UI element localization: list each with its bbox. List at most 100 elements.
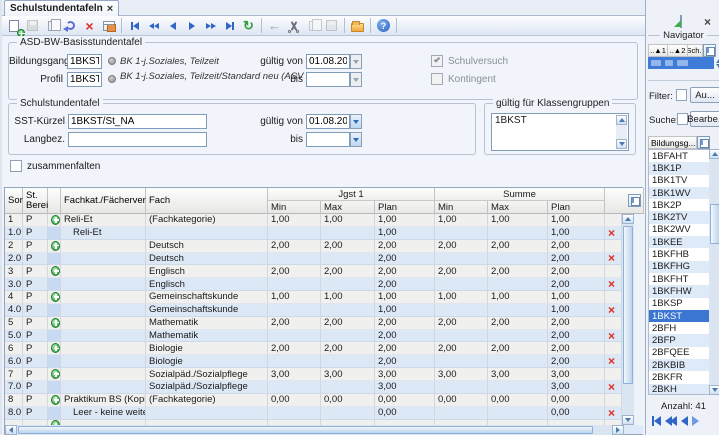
cell-summe-max[interactable] <box>488 304 548 317</box>
next-record-icon[interactable] <box>692 416 699 426</box>
cell-jgst1-plan[interactable]: 2,00 <box>375 330 435 343</box>
cell-summe-max[interactable] <box>488 407 548 420</box>
cell-fachkat[interactable] <box>61 368 146 381</box>
cell-jgst1-plan[interactable]: 0,00 <box>375 407 435 420</box>
sst-gueltig-von-field[interactable] <box>306 114 350 129</box>
cell-jgst1-plan[interactable]: 2,00 <box>375 253 435 266</box>
save-icon[interactable] <box>24 17 41 34</box>
add-row-icon[interactable] <box>51 266 60 276</box>
asd-bis-field[interactable] <box>306 72 350 87</box>
delete-row-icon[interactable]: × <box>608 382 615 392</box>
scroll-down-icon[interactable] <box>622 415 634 425</box>
cell-summe-max[interactable] <box>488 227 548 240</box>
cell-summe-plan[interactable]: 1,00 <box>548 214 605 227</box>
cell-summe-max[interactable]: 1,00 <box>488 214 548 227</box>
add-row-icon[interactable] <box>51 369 60 379</box>
cell-fach[interactable]: Biologie <box>146 355 268 368</box>
cell-jgst1-plan[interactable]: 1,00 <box>375 227 435 240</box>
cell-fach[interactable] <box>146 227 268 240</box>
column-chooser-icon[interactable] <box>697 136 710 149</box>
cell-jgst1-min[interactable]: 2,00 <box>268 265 321 278</box>
cell-jgst1-min[interactable]: 2,00 <box>268 317 321 330</box>
add-row-icon[interactable] <box>51 343 60 353</box>
prior-record-icon[interactable] <box>164 17 181 34</box>
cell-summe-max[interactable] <box>488 253 548 266</box>
cell-summe-plan[interactable]: 3,00 <box>548 381 605 394</box>
scroll-up-icon[interactable] <box>709 149 719 159</box>
delete-row-icon[interactable]: × <box>608 408 615 418</box>
schulversuch-checkbox[interactable] <box>431 55 443 67</box>
cell-jgst1-max[interactable]: 2,00 <box>321 317 375 330</box>
cell-jgst1-max[interactable]: 2,00 <box>321 265 375 278</box>
spin-down-icon[interactable] <box>716 64 719 68</box>
add-row-icon[interactable] <box>51 318 60 328</box>
list-item-1bkfht[interactable]: 1BKFHT <box>649 273 710 285</box>
undo-icon[interactable] <box>62 17 79 34</box>
prior-record-icon[interactable] <box>681 416 688 426</box>
cell-jgst1-plan[interactable]: 2,00 <box>375 278 435 291</box>
cell-fach[interactable]: Sozialpäd./Sozialpflege <box>146 368 268 381</box>
cell-summe-plan[interactable]: 2,00 <box>548 330 605 343</box>
cell-jgst1-plan[interactable]: 0,00 <box>375 394 435 407</box>
cell-jgst1-plan[interactable]: 2,00 <box>375 317 435 330</box>
cell-fachkat[interactable] <box>61 381 146 394</box>
table-vertical-scrollbar[interactable] <box>622 214 634 425</box>
scroll-right-icon[interactable] <box>612 425 624 435</box>
cell-fachkat[interactable]: Reli-Et <box>61 214 146 227</box>
cell-summe-plan[interactable]: 0,00 <box>548 407 605 420</box>
add-row-icon[interactable] <box>51 292 60 302</box>
cell-summe-min[interactable] <box>435 330 488 343</box>
cell-summe-min[interactable]: 0,00 <box>435 394 488 407</box>
scroll-down-icon[interactable] <box>616 139 627 149</box>
list-item-2bkbib[interactable]: 2BKBIB <box>649 359 710 371</box>
table-row[interactable]: 3.0PEnglisch2,002,00× <box>5 278 644 291</box>
cell-jgst1-max[interactable]: 1,00 <box>321 214 375 227</box>
cell-summe-min[interactable] <box>435 278 488 291</box>
list-item-1bkfhg[interactable]: 1BKFHG <box>649 261 710 273</box>
delete-row-icon[interactable]: × <box>608 228 615 238</box>
cell-summe-max[interactable]: 2,00 <box>488 240 548 253</box>
table-row[interactable]: 2.0PDeutsch2,002,00× <box>5 253 644 266</box>
asd-bis-dropdown-icon[interactable] <box>350 72 362 87</box>
cell-summe-plan[interactable]: 3,00 <box>548 368 605 381</box>
cell-jgst1-max[interactable] <box>321 355 375 368</box>
cell-summe-max[interactable]: 2,00 <box>488 317 548 330</box>
cell-jgst1-max[interactable]: 3,00 <box>321 368 375 381</box>
add-row-icon[interactable] <box>51 395 60 405</box>
sst-bis-dropdown-icon[interactable] <box>350 132 362 147</box>
filter-input[interactable] <box>676 89 687 101</box>
zusammenfalten-checkbox[interactable] <box>10 160 22 172</box>
cell-summe-max[interactable] <box>488 278 548 291</box>
cell-jgst1-plan[interactable]: 2,00 <box>375 240 435 253</box>
cell-fach[interactable]: Gemeinschaftskunde <box>146 291 268 304</box>
scroll-up-icon[interactable] <box>622 214 634 224</box>
list-item-2bkh[interactable]: 2BKH <box>649 384 710 395</box>
cell-jgst1-max[interactable] <box>321 407 375 420</box>
list-item-1bkee[interactable]: 1BKEE <box>649 236 710 248</box>
column-chooser-icon[interactable] <box>703 44 716 57</box>
cell-summe-max[interactable]: 3,00 <box>488 368 548 381</box>
cell-summe-min[interactable]: 2,00 <box>435 265 488 278</box>
scroll-up-icon[interactable] <box>616 115 627 125</box>
prior-page-icon[interactable] <box>145 17 162 34</box>
scroll-left-icon[interactable] <box>5 425 17 435</box>
list-item-1bk1tv[interactable]: 1BK1TV <box>649 175 710 187</box>
cell-jgst1-min[interactable] <box>268 355 321 368</box>
filter-auswahl-button[interactable]: Au... <box>690 87 719 103</box>
cell-fach[interactable]: Englisch <box>146 265 268 278</box>
table-row[interactable]: 5.0PMathematik2,002,00× <box>5 330 644 343</box>
cell-jgst1-plan[interactable]: 3,00 <box>375 368 435 381</box>
cell-fach[interactable]: Biologie <box>146 342 268 355</box>
tab-schulstundentafeln[interactable]: Schulstundentafeln × <box>4 0 119 16</box>
cell-summe-plan[interactable]: 2,00 <box>548 253 605 266</box>
table-row[interactable]: 1PReli-Et(Fachkategorie)1,001,001,001,00… <box>5 214 644 227</box>
cell-summe-min[interactable] <box>435 227 488 240</box>
cell-fach[interactable]: Gemeinschaftskunde <box>146 304 268 317</box>
list-header-bildungsgang[interactable]: Bildungsg... ▲2 <box>648 136 697 149</box>
sst-gueltig-von-dropdown-icon[interactable] <box>350 114 362 129</box>
cell-summe-plan[interactable]: 2,00 <box>548 265 605 278</box>
cell-jgst1-plan[interactable]: 1,00 <box>375 304 435 317</box>
new-record-icon[interactable] <box>5 17 22 34</box>
table-horizontal-scrollbar[interactable] <box>5 425 624 435</box>
cell-fachkat[interactable]: Leer - keine weiteren Fächer <box>61 407 146 420</box>
